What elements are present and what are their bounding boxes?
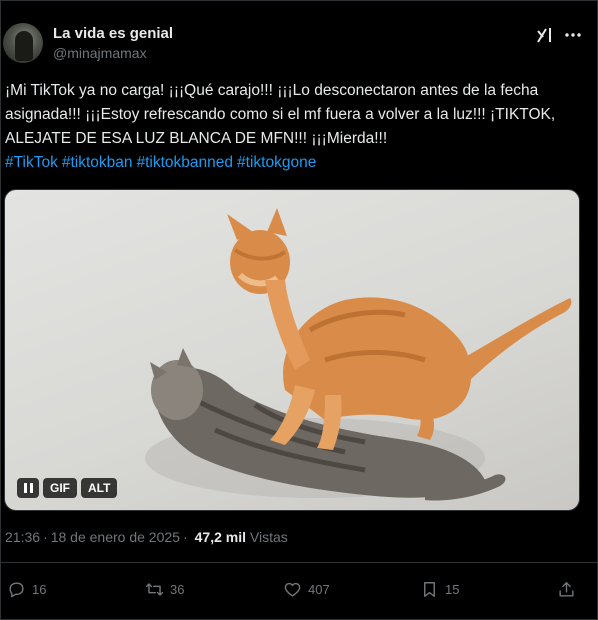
like-count: 407 <box>308 581 330 597</box>
meta-separator: · <box>182 529 188 545</box>
author-name[interactable]: La vida es genial <box>53 25 173 42</box>
share-icon <box>559 581 574 597</box>
tweet-time[interactable]: 21:36 <box>5 529 40 545</box>
media-badges: GIF ALT <box>17 478 118 498</box>
heart-icon <box>284 582 301 597</box>
cats-gif-image <box>145 208 572 501</box>
hashtag-link[interactable]: #TikTok <box>5 154 58 171</box>
views-label: Vistas <box>249 529 288 545</box>
action-bar: 16 36 407 15 <box>1 577 598 601</box>
more-icon[interactable] <box>563 25 583 45</box>
tweet-header: La vida es genial @minajmamax <box>1 21 598 65</box>
tweet-body: ¡Mi TikTok ya no carga! ¡¡¡Qué carajo!!!… <box>5 82 556 147</box>
bookmark-icon <box>424 581 435 597</box>
hashtag-link[interactable]: #tiktokban <box>62 154 133 171</box>
reply-icon <box>9 581 24 597</box>
bookmark-button[interactable]: 15 <box>420 577 459 601</box>
bookmark-count: 15 <box>445 581 460 597</box>
hashtag-link[interactable]: #tiktokbanned <box>137 154 234 171</box>
gif-media[interactable]: GIF ALT <box>4 189 580 511</box>
repost-button[interactable]: 36 <box>145 577 184 601</box>
tweet-text: ¡Mi TikTok ya no carga! ¡¡¡Qué carajo!!!… <box>5 79 585 175</box>
divider <box>1 562 598 563</box>
avatar[interactable] <box>3 23 43 63</box>
reply-count: 16 <box>32 581 47 597</box>
pause-icon[interactable] <box>17 478 39 498</box>
hashtag-link[interactable]: #tiktokgone <box>237 154 316 171</box>
reply-button[interactable]: 16 <box>7 577 46 601</box>
grok-icon[interactable] <box>535 25 555 45</box>
author-handle[interactable]: @minajmamax <box>53 45 147 61</box>
repost-count: 36 <box>170 581 185 597</box>
like-button[interactable]: 407 <box>283 577 330 601</box>
repost-icon <box>145 582 164 596</box>
meta-separator: · <box>43 529 48 545</box>
views-count: 47,2 mil <box>194 529 246 545</box>
tweet-date[interactable]: 18 de enero de 2025 <box>51 529 180 545</box>
share-button[interactable] <box>557 577 582 601</box>
alt-button[interactable]: ALT <box>81 478 118 498</box>
gif-badge: GIF <box>43 478 77 498</box>
tweet-meta: 21:36 · 18 de enero de 2025 · 47,2 mil Vista… <box>5 529 288 545</box>
tweet-card: La vida es genial @minajmamax ¡Mi TikTok… <box>0 0 598 620</box>
hashtag-list: #TikTok #tiktokban #tiktokbanned #tiktokgon… <box>5 151 585 175</box>
